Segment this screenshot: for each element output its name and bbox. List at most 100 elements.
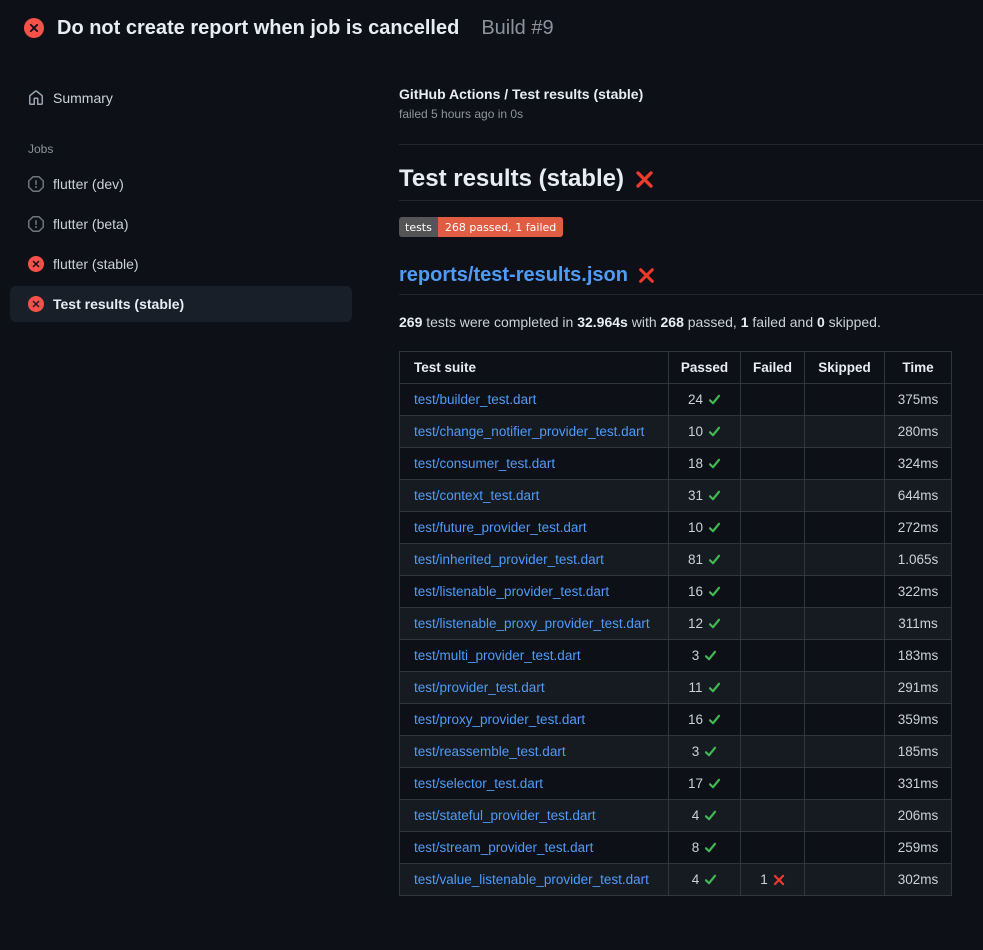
suite-cell: test/listenable_proxy_provider_test.dart: [400, 608, 669, 640]
table-row: test/value_listenable_provider_test.dart…: [400, 864, 952, 896]
suite-link[interactable]: test/consumer_test.dart: [414, 456, 555, 471]
suite-link[interactable]: test/inherited_provider_test.dart: [414, 552, 604, 567]
cross-icon: [773, 874, 785, 886]
count: 4: [692, 808, 700, 823]
check-icon: [708, 393, 721, 406]
check-icon: [704, 745, 717, 758]
suite-link[interactable]: test/change_notifier_provider_test.dart: [414, 424, 644, 439]
suite-cell: test/selector_test.dart: [400, 768, 669, 800]
check-icon: [708, 457, 721, 470]
sidebar-item-job-1[interactable]: flutter (beta): [10, 206, 352, 242]
suite-cell: test/proxy_provider_test.dart: [400, 704, 669, 736]
time-cell: 644ms: [885, 480, 952, 512]
sidebar-item-summary[interactable]: Summary: [10, 80, 352, 116]
column-header-time: Time: [885, 352, 952, 384]
section-title: Test results (stable): [399, 165, 983, 201]
time-cell: 185ms: [885, 736, 952, 768]
skipped-cell: [805, 640, 885, 672]
table-row: test/future_provider_test.dart10272ms: [400, 512, 952, 544]
failed-cell: [741, 768, 805, 800]
suite-link[interactable]: test/multi_provider_test.dart: [414, 648, 581, 663]
suite-link[interactable]: test/context_test.dart: [414, 488, 539, 503]
summary-segment: 268: [661, 314, 684, 330]
suite-cell: test/reassemble_test.dart: [400, 736, 669, 768]
test-results-table: Test suitePassedFailedSkippedTime test/b…: [399, 351, 952, 896]
failed-cell: [741, 576, 805, 608]
suite-link[interactable]: test/stateful_provider_test.dart: [414, 808, 596, 823]
table-body: test/builder_test.dart 24 375ms test/change…: [400, 384, 952, 896]
failed-cell: [741, 416, 805, 448]
passed-cell: 8: [669, 832, 741, 864]
count: 3: [692, 648, 700, 663]
badge-label: tests: [399, 217, 438, 237]
skipped-cell: [805, 416, 885, 448]
sidebar-item-job-0[interactable]: flutter (dev): [10, 166, 352, 202]
report-title: reports/test-results.json: [399, 264, 983, 295]
suite-link[interactable]: test/stream_provider_test.dart: [414, 840, 593, 855]
sidebar-item-job-2[interactable]: flutter (stable): [10, 246, 352, 282]
table-row: test/builder_test.dart 24 375ms: [400, 384, 952, 416]
suite-link[interactable]: test/selector_test.dart: [414, 776, 543, 791]
divider: [399, 144, 983, 145]
check-icon: [708, 617, 721, 630]
summary-segment: skipped.: [825, 314, 881, 330]
count: 11: [688, 680, 702, 695]
table-row: test/selector_test.dart17331ms: [400, 768, 952, 800]
passed-cell: 4: [669, 800, 741, 832]
time-cell: 206ms: [885, 800, 952, 832]
badge-value: 268 passed, 1 failed: [438, 217, 563, 237]
x-circle-fill-icon: [28, 256, 44, 272]
count: 10: [688, 424, 703, 439]
suite-link[interactable]: test/reassemble_test.dart: [414, 744, 566, 759]
time-cell: 311ms: [885, 608, 952, 640]
failed-cell: [741, 672, 805, 704]
suite-cell: test/context_test.dart: [400, 480, 669, 512]
suite-link[interactable]: test/future_provider_test.dart: [414, 520, 587, 535]
suite-cell: test/builder_test.dart: [400, 384, 669, 416]
table-row: test/listenable_provider_test.dart16322m…: [400, 576, 952, 608]
failed-cell: [741, 736, 805, 768]
passed-cell: 10: [669, 512, 741, 544]
failed-cell: [741, 512, 805, 544]
passed-cell: 3: [669, 736, 741, 768]
time-cell: 183ms: [885, 640, 952, 672]
count: 12: [688, 616, 703, 631]
breadcrumb: GitHub Actions / Test results (stable): [399, 86, 983, 102]
passed-cell: 81: [669, 544, 741, 576]
suite-link[interactable]: test/listenable_proxy_provider_test.dart: [414, 616, 650, 631]
count: 16: [688, 712, 703, 727]
suite-cell: test/consumer_test.dart: [400, 448, 669, 480]
passed-cell: 18: [669, 448, 741, 480]
time-cell: 291ms: [885, 672, 952, 704]
summary-segment: failed and: [749, 314, 818, 330]
report-link[interactable]: reports/test-results.json: [399, 264, 628, 287]
tests-badge: tests 268 passed, 1 failed: [399, 217, 563, 237]
suite-link[interactable]: test/value_listenable_provider_test.dart: [414, 872, 649, 887]
skipped-cell: [805, 512, 885, 544]
suite-link[interactable]: test/provider_test.dart: [414, 680, 545, 695]
suite-link[interactable]: test/proxy_provider_test.dart: [414, 712, 585, 727]
x-circle-fill-icon: [24, 18, 44, 38]
suite-link[interactable]: test/builder_test.dart: [414, 392, 536, 407]
passed-cell: 3: [669, 640, 741, 672]
sidebar-item-job-3[interactable]: Test results (stable): [10, 286, 352, 322]
sidebar-summary-label: Summary: [53, 90, 113, 106]
run-meta: failed 5 hours ago in 0s: [399, 107, 983, 121]
failed-cell: [741, 480, 805, 512]
suite-link[interactable]: test/listenable_provider_test.dart: [414, 584, 609, 599]
passed-cell: 17: [669, 768, 741, 800]
table-row: test/listenable_proxy_provider_test.dart…: [400, 608, 952, 640]
suite-cell: test/stream_provider_test.dart: [400, 832, 669, 864]
passed-cell: 31: [669, 480, 741, 512]
check-icon: [704, 873, 717, 886]
home-icon: [28, 90, 44, 106]
check-icon: [708, 713, 721, 726]
time-cell: 375ms: [885, 384, 952, 416]
skipped-cell: [805, 864, 885, 896]
time-cell: 259ms: [885, 832, 952, 864]
check-icon: [708, 425, 721, 438]
check-icon: [708, 681, 721, 694]
count: 24: [688, 392, 703, 407]
skipped-cell: [805, 704, 885, 736]
table-row: test/inherited_provider_test.dart811.065…: [400, 544, 952, 576]
